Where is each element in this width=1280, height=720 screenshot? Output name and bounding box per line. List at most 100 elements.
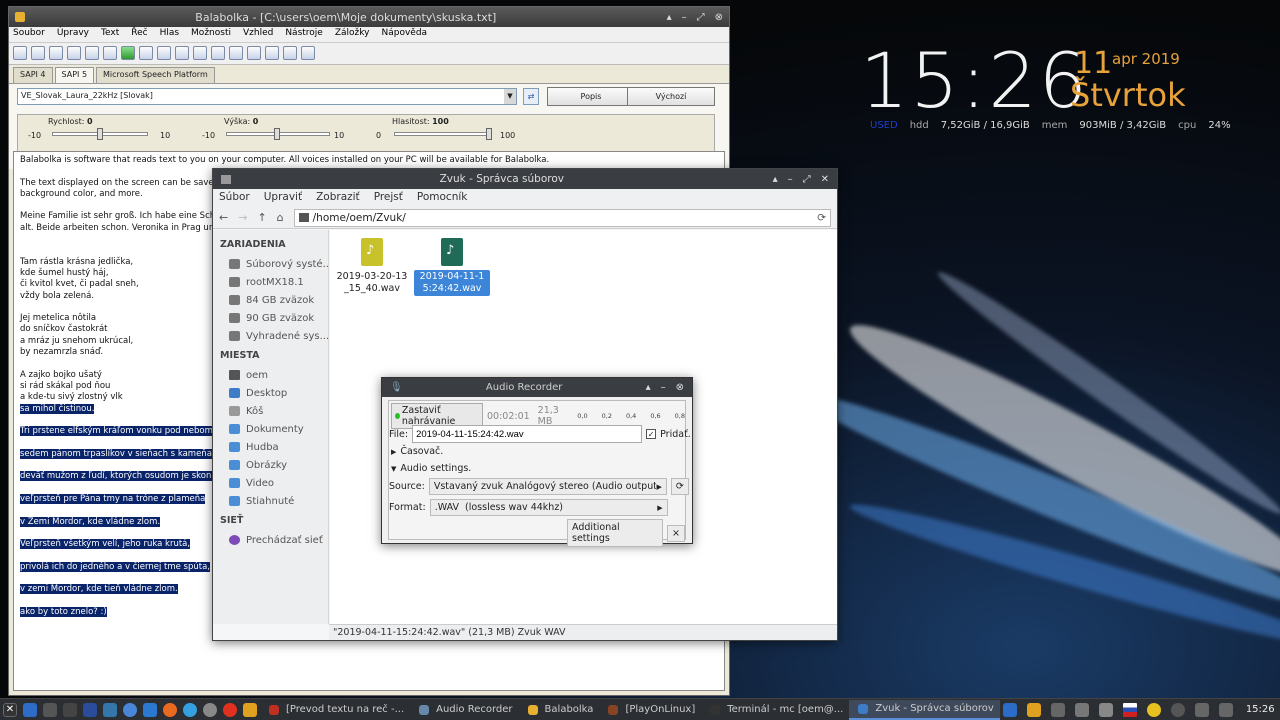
taskbar-task[interactable]: [Prevod textu na reč -... xyxy=(260,700,410,720)
menu-item[interactable]: Možnosti xyxy=(191,28,231,41)
minimize-icon[interactable]: – xyxy=(682,12,687,23)
close-icon[interactable]: ⊗ xyxy=(676,382,684,393)
app-icon[interactable] xyxy=(243,702,257,717)
power-icon[interactable] xyxy=(1170,702,1185,717)
taskbar-task[interactable]: Balabolka xyxy=(519,700,600,720)
tray-icon[interactable] xyxy=(1026,702,1041,717)
sidebar-item[interactable]: Desktop xyxy=(213,384,328,402)
start-menu-icon[interactable]: ✕ xyxy=(3,702,17,717)
text-icon[interactable] xyxy=(247,46,261,60)
chevron-right-icon[interactable]: ▶ xyxy=(391,448,396,456)
menu-item[interactable]: Upraviť xyxy=(264,191,302,205)
balabolka-titlebar[interactable]: Balabolka - [C:\users\oem\Moje dokumenty… xyxy=(9,7,729,27)
split-icon[interactable] xyxy=(103,46,117,60)
menu-item[interactable]: Nápověda xyxy=(381,28,427,41)
taskbar-task[interactable]: [PlayOnLinux] xyxy=(599,700,701,720)
tray-icon[interactable] xyxy=(1002,702,1017,717)
sidebar-item[interactable]: 84 GB zväzok xyxy=(213,291,328,309)
menu-item[interactable]: Řeč xyxy=(131,28,147,41)
menu-item[interactable]: Soubor xyxy=(13,28,45,41)
tray-icon[interactable] xyxy=(1074,702,1089,717)
engine-tab[interactable]: Microsoft Speech Platform xyxy=(96,67,215,83)
clipboard-icon[interactable] xyxy=(211,46,225,60)
dictionary-icon[interactable] xyxy=(265,46,279,60)
volume-slider[interactable] xyxy=(394,132,490,136)
sidebar-item[interactable]: rootMX18.1 xyxy=(213,273,328,291)
sidebar-item[interactable]: Vyhradené sys... xyxy=(213,327,328,345)
maximize-icon[interactable]: ▴ xyxy=(667,12,672,23)
new-icon[interactable] xyxy=(13,46,27,60)
voice-icon[interactable] xyxy=(283,46,297,60)
open-icon[interactable] xyxy=(31,46,45,60)
up-icon[interactable]: ↑ xyxy=(257,211,266,224)
minimize-icon[interactable]: – xyxy=(661,382,666,393)
voice-select[interactable]: VE_Slovak_Laura_22kHz [Slovak] ▼ xyxy=(17,88,517,105)
network-icon[interactable] xyxy=(1218,702,1233,717)
taskbar-task[interactable]: Audio Recorder xyxy=(410,700,518,720)
play-icon[interactable] xyxy=(121,46,135,60)
list-icon[interactable] xyxy=(229,46,243,60)
describe-button[interactable]: Popis xyxy=(547,87,635,106)
restore-icon[interactable]: ⤢ xyxy=(697,12,705,23)
home-icon[interactable]: ⌂ xyxy=(277,211,284,224)
app-icon[interactable] xyxy=(203,702,217,717)
firefox-icon[interactable] xyxy=(163,702,177,717)
menu-item[interactable]: Pomocník xyxy=(417,191,467,205)
show-desktop-icon[interactable] xyxy=(23,702,37,717)
file-item-selected[interactable]: 2019-04-11-15:24:42.wav xyxy=(414,238,490,296)
settings-icon[interactable] xyxy=(193,46,207,60)
append-checkbox[interactable]: ✓ xyxy=(646,429,657,439)
file-manager-titlebar[interactable]: Zvuk - Správca súborov ▴ – ⤢ ✕ xyxy=(213,169,837,189)
timer-expander[interactable]: Časovač. xyxy=(400,446,443,457)
taskbar-task[interactable]: Zvuk - Správca súborov xyxy=(849,699,1000,720)
volume-slider-thumb[interactable] xyxy=(486,128,492,140)
update-icon[interactable] xyxy=(1146,702,1161,717)
refresh-source-button[interactable]: ⟳ xyxy=(670,478,689,495)
browser-icon[interactable] xyxy=(123,702,137,717)
menu-item[interactable]: Úpravy xyxy=(57,28,89,41)
pause-icon[interactable] xyxy=(139,46,153,60)
skip-icon[interactable] xyxy=(175,46,189,60)
source-select[interactable]: Vstavaný zvuk Analógový stereo (Audio ou… xyxy=(428,478,667,495)
file-manager-launcher-icon[interactable] xyxy=(43,702,57,717)
help-icon[interactable] xyxy=(301,46,315,60)
sidebar-item[interactable]: Kôš xyxy=(213,402,328,420)
language-flag-icon[interactable] xyxy=(1122,702,1137,717)
sidebar-item[interactable]: Stiahnuté xyxy=(213,492,328,510)
location-bar[interactable]: /home/oem/Zvuk/ ⟳ xyxy=(293,208,831,227)
sidebar-item[interactable]: Hudba xyxy=(213,438,328,456)
menu-item[interactable]: Hlas xyxy=(160,28,179,41)
menu-item[interactable]: Nástroje xyxy=(285,28,323,41)
save-audio-icon[interactable] xyxy=(67,46,81,60)
menu-item[interactable]: Súbor xyxy=(219,191,250,205)
close-settings-button[interactable]: × xyxy=(667,524,685,542)
menu-item[interactable]: Vzhled xyxy=(243,28,273,41)
reload-icon[interactable]: ⟳ xyxy=(817,212,826,224)
menu-item[interactable]: Záložky xyxy=(335,28,370,41)
maximize-icon[interactable]: ▴ xyxy=(646,382,651,393)
maximize-icon[interactable]: ▴ xyxy=(773,174,778,185)
audio-recorder-titlebar[interactable]: 🎙 Audio Recorder ▴ – ⊗ xyxy=(382,378,692,397)
tray-icon[interactable] xyxy=(1050,702,1065,717)
save-icon[interactable] xyxy=(49,46,63,60)
engine-tab[interactable]: SAPI 5 xyxy=(54,67,95,83)
sidebar-item[interactable]: Obrázky xyxy=(213,456,328,474)
file-name-input[interactable] xyxy=(412,425,643,443)
chevron-down-icon[interactable]: ▼ xyxy=(504,89,516,104)
tray-icon[interactable] xyxy=(1098,702,1113,717)
pitch-slider-thumb[interactable] xyxy=(274,128,280,140)
audio-settings-expander[interactable]: Audio settings. xyxy=(400,463,471,474)
chevron-down-icon[interactable]: ▼ xyxy=(391,465,396,473)
app-icon[interactable] xyxy=(183,702,197,717)
sidebar-item[interactable]: 90 GB zväzok xyxy=(213,309,328,327)
sidebar-item[interactable]: oem xyxy=(213,366,328,384)
app-launcher-icon[interactable] xyxy=(103,702,117,717)
file-item[interactable]: 2019-03-20-13_15_40.wav xyxy=(334,238,410,296)
engine-tab[interactable]: SAPI 4 xyxy=(13,67,53,83)
default-button[interactable]: Výchozí xyxy=(627,87,715,106)
app-icon[interactable] xyxy=(223,702,237,717)
taskbar-task[interactable]: Terminál - mc [oem@... xyxy=(701,700,849,720)
close-icon[interactable]: ✕ xyxy=(821,174,829,185)
format-select[interactable]: .WAV (lossless wav 44khz) ▶ xyxy=(429,499,668,516)
flag-icon[interactable] xyxy=(83,702,97,717)
